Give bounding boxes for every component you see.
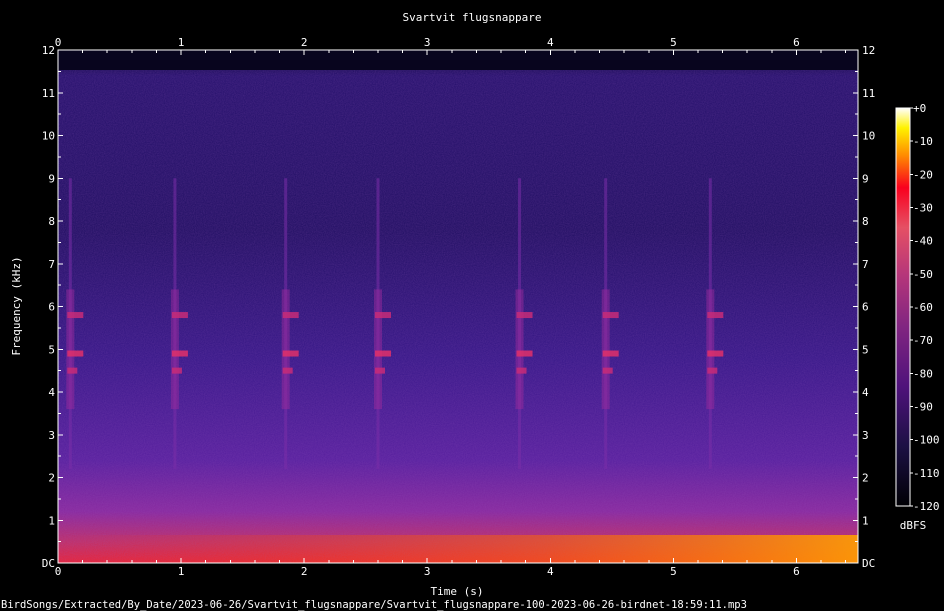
x-tick-label-top: 1 xyxy=(178,36,185,49)
call-harmonic xyxy=(67,312,84,319)
colorbar-tick-label: -90 xyxy=(913,401,933,414)
call-harmonic xyxy=(67,350,84,357)
colorbar-label: dBFS xyxy=(900,519,927,532)
call-harmonic xyxy=(602,312,619,319)
call-harmonic xyxy=(516,367,527,374)
call-body xyxy=(706,289,715,410)
y-tick-label-right: 7 xyxy=(862,258,869,271)
call-body xyxy=(170,289,179,410)
x-tick-label: 6 xyxy=(793,565,800,578)
colorbar-tick-label: -40 xyxy=(913,235,933,248)
call-harmonic xyxy=(171,350,188,357)
call-harmonic xyxy=(375,312,391,319)
y-tick-label-right: DC xyxy=(862,557,875,570)
call-harmonic xyxy=(516,350,533,357)
call-harmonic xyxy=(282,367,293,374)
spectrogram-chart: 0123456 0123456 DC123456789101112 DC1234… xyxy=(1,11,940,611)
colorbar-tick-label: -10 xyxy=(913,135,933,148)
x-tick-label-top: 4 xyxy=(547,36,554,49)
x-tick-label-top: 3 xyxy=(424,36,431,49)
call-body xyxy=(601,289,610,410)
colorbar-tick-label: +0 xyxy=(913,102,926,115)
colorbar-tick-label: -110 xyxy=(913,467,940,480)
colorbar-ticks: +0 -10 -20 -30 -40 -50 -60 -70 -80 -90 -100 -110 -12… xyxy=(910,102,940,513)
y-tick-label-right: 4 xyxy=(862,386,869,399)
x-tick-label: 0 xyxy=(55,565,62,578)
colorbar-tick-label: -80 xyxy=(913,367,933,380)
x-tick-label: 2 xyxy=(301,565,308,578)
call-body xyxy=(374,289,382,410)
plot-top-quiet-band xyxy=(58,50,858,70)
y-tick-label: 7 xyxy=(48,258,55,271)
y-tick-label-right: 6 xyxy=(862,301,869,314)
y-tick-label-right: 12 xyxy=(862,44,875,57)
chart-title: Svartvit flugsnappare xyxy=(402,11,541,24)
y-tick-label: 4 xyxy=(48,386,55,399)
y-tick-label-right: 8 xyxy=(862,215,869,228)
y-tick-label-right: 9 xyxy=(862,172,869,185)
colorbar-tick-label: -120 xyxy=(913,500,940,513)
call-harmonic xyxy=(171,312,188,319)
x-tick-label-top: 5 xyxy=(670,36,677,49)
y-tick-label: 11 xyxy=(42,87,55,100)
y-tick-label-right: 10 xyxy=(862,130,875,143)
x-tick-label: 4 xyxy=(547,565,554,578)
call-harmonic xyxy=(516,312,533,319)
colorbar xyxy=(895,107,911,507)
x-tick-label: 5 xyxy=(670,565,677,578)
y-axis-label: Frequency (kHz) xyxy=(10,256,23,355)
colorbar-tick-label: -70 xyxy=(913,334,933,347)
call-harmonic xyxy=(375,350,391,357)
call-harmonic xyxy=(707,350,724,357)
call-harmonic xyxy=(602,367,613,374)
y-tick-label: 8 xyxy=(48,215,55,228)
call-harmonic xyxy=(707,312,724,319)
call-harmonic xyxy=(602,350,619,357)
colorbar-tick-label: -50 xyxy=(913,268,933,281)
y-tick-label: 5 xyxy=(48,343,55,356)
call-body xyxy=(515,289,524,410)
colorbar-tick-label: -30 xyxy=(913,202,933,215)
call-harmonic xyxy=(707,367,718,374)
y-tick-label-right: 1 xyxy=(862,514,869,527)
x-axis-label: Time (s) xyxy=(431,585,484,598)
call-body xyxy=(66,289,75,410)
y-tick-label: 9 xyxy=(48,172,55,185)
x-tick-label-top: 2 xyxy=(301,36,308,49)
y-tick-label: 12 xyxy=(42,44,55,57)
call-harmonic xyxy=(282,312,299,319)
x-tick-label-top: 0 xyxy=(55,36,62,49)
y-tick-label: 3 xyxy=(48,429,55,442)
colorbar-tick-label: -60 xyxy=(913,301,933,314)
x-tick-label-top: 6 xyxy=(793,36,800,49)
colorbar-tick-label: -100 xyxy=(913,434,940,447)
x-tick-label: 3 xyxy=(424,565,431,578)
y-tick-label: DC xyxy=(42,557,55,570)
y-tick-label: 10 xyxy=(42,130,55,143)
call-harmonic xyxy=(67,367,78,374)
call-harmonic xyxy=(375,367,385,374)
y-tick-label: 1 xyxy=(48,514,55,527)
y-tick-label-right: 5 xyxy=(862,343,869,356)
y-tick-label-right: 11 xyxy=(862,87,875,100)
file-path-footer: BirdSongs/Extracted/By_Date/2023-06-26/S… xyxy=(1,599,747,611)
y-tick-label: 2 xyxy=(48,472,55,485)
y-tick-label-right: 3 xyxy=(862,429,869,442)
x-tick-label: 1 xyxy=(178,565,185,578)
call-body xyxy=(281,289,290,410)
low-frequency-glow xyxy=(58,535,858,563)
colorbar-tick-label: -20 xyxy=(913,168,933,181)
y-tick-label-right: 2 xyxy=(862,472,869,485)
call-harmonic xyxy=(171,367,182,374)
y-tick-label: 6 xyxy=(48,301,55,314)
call-harmonic xyxy=(282,350,299,357)
